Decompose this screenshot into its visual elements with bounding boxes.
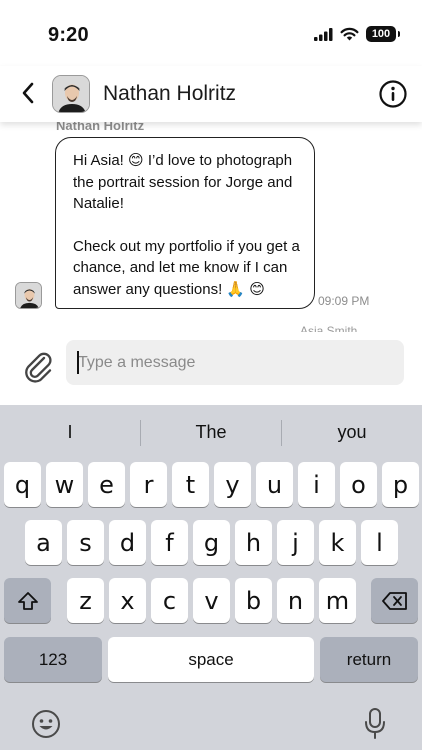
- key-l[interactable]: l: [361, 520, 398, 565]
- key-i[interactable]: i: [298, 462, 335, 507]
- key-z[interactable]: z: [67, 578, 104, 623]
- key-k[interactable]: k: [319, 520, 356, 565]
- info-button[interactable]: [378, 79, 408, 109]
- key-j[interactable]: j: [277, 520, 314, 565]
- message-bubble[interactable]: Hi Asia! 😊 I’d love to photograph the po…: [55, 137, 315, 309]
- suggestion-1[interactable]: I: [0, 422, 140, 443]
- key-u[interactable]: u: [256, 462, 293, 507]
- key-f[interactable]: f: [151, 520, 188, 565]
- shift-key[interactable]: [4, 578, 51, 623]
- key-x[interactable]: x: [109, 578, 146, 623]
- key-b[interactable]: b: [235, 578, 272, 623]
- key-q[interactable]: q: [4, 462, 41, 507]
- emoji-button[interactable]: [31, 709, 61, 744]
- message-input[interactable]: [66, 340, 404, 385]
- suggestion-2[interactable]: The: [141, 422, 281, 443]
- signal-icon: [314, 27, 333, 41]
- message-text-2: Check out my portfolio if you get a chan…: [73, 237, 300, 298]
- wifi-icon: [340, 27, 359, 41]
- key-d[interactable]: d: [109, 520, 146, 565]
- key-t[interactable]: t: [172, 462, 209, 507]
- message-timestamp: 09:09 PM: [318, 294, 370, 308]
- contact-avatar[interactable]: [52, 75, 90, 113]
- key-m[interactable]: m: [319, 578, 356, 623]
- key-v[interactable]: v: [193, 578, 230, 623]
- text-cursor: [77, 351, 79, 374]
- microphone-icon: [365, 708, 385, 739]
- keyboard: I The you q w e r t y u i o p a s d f g …: [0, 405, 422, 750]
- key-o[interactable]: o: [340, 462, 377, 507]
- paperclip-icon: [25, 352, 52, 383]
- key-p[interactable]: p: [382, 462, 419, 507]
- person-photo-icon: [53, 76, 89, 112]
- key-w[interactable]: w: [46, 462, 83, 507]
- next-sender-name: Asia Smith: [300, 324, 358, 332]
- key-n[interactable]: n: [277, 578, 314, 623]
- key-c[interactable]: c: [151, 578, 188, 623]
- chat-header: Nathan Holritz: [0, 66, 422, 122]
- space-key[interactable]: space: [108, 637, 314, 682]
- status-icons: 100: [314, 26, 400, 42]
- dictation-button[interactable]: [364, 707, 386, 746]
- key-h[interactable]: h: [235, 520, 272, 565]
- contact-name: Nathan Holritz: [103, 82, 237, 105]
- chat-screen: 9:20 100 Nathan Holritz Nathan Holritz H…: [0, 0, 422, 750]
- shift-icon: [17, 591, 38, 610]
- emoji-icon: [32, 710, 60, 738]
- key-g[interactable]: g: [193, 520, 230, 565]
- sender-name: Nathan Holritz: [56, 122, 145, 133]
- back-button[interactable]: [14, 78, 42, 108]
- numbers-key[interactable]: 123: [4, 637, 102, 682]
- suggestion-3[interactable]: you: [282, 422, 422, 443]
- suggestion-bar: I The you: [0, 405, 422, 460]
- message-avatar: [15, 282, 42, 309]
- key-e[interactable]: e: [88, 462, 125, 507]
- delete-key[interactable]: [371, 578, 418, 623]
- backspace-icon: [381, 591, 407, 610]
- battery-level: 100: [371, 28, 391, 40]
- attach-button[interactable]: [22, 350, 56, 384]
- info-icon: [379, 80, 407, 108]
- status-bar: 9:20 100: [0, 0, 422, 66]
- status-time: 9:20: [48, 24, 89, 46]
- key-y[interactable]: y: [214, 462, 251, 507]
- message-composer: [0, 332, 422, 405]
- message-text-1: Hi Asia! 😊 I’d love to photograph the po…: [73, 152, 293, 212]
- person-photo-icon: [16, 283, 41, 308]
- battery-icon: 100: [366, 26, 400, 42]
- message-list[interactable]: Nathan Holritz Hi Asia! 😊 I’d love to ph…: [0, 122, 422, 332]
- key-r[interactable]: r: [130, 462, 167, 507]
- chevron-left-icon: [22, 82, 34, 104]
- key-s[interactable]: s: [67, 520, 104, 565]
- key-a[interactable]: a: [25, 520, 62, 565]
- return-key[interactable]: return: [320, 637, 418, 682]
